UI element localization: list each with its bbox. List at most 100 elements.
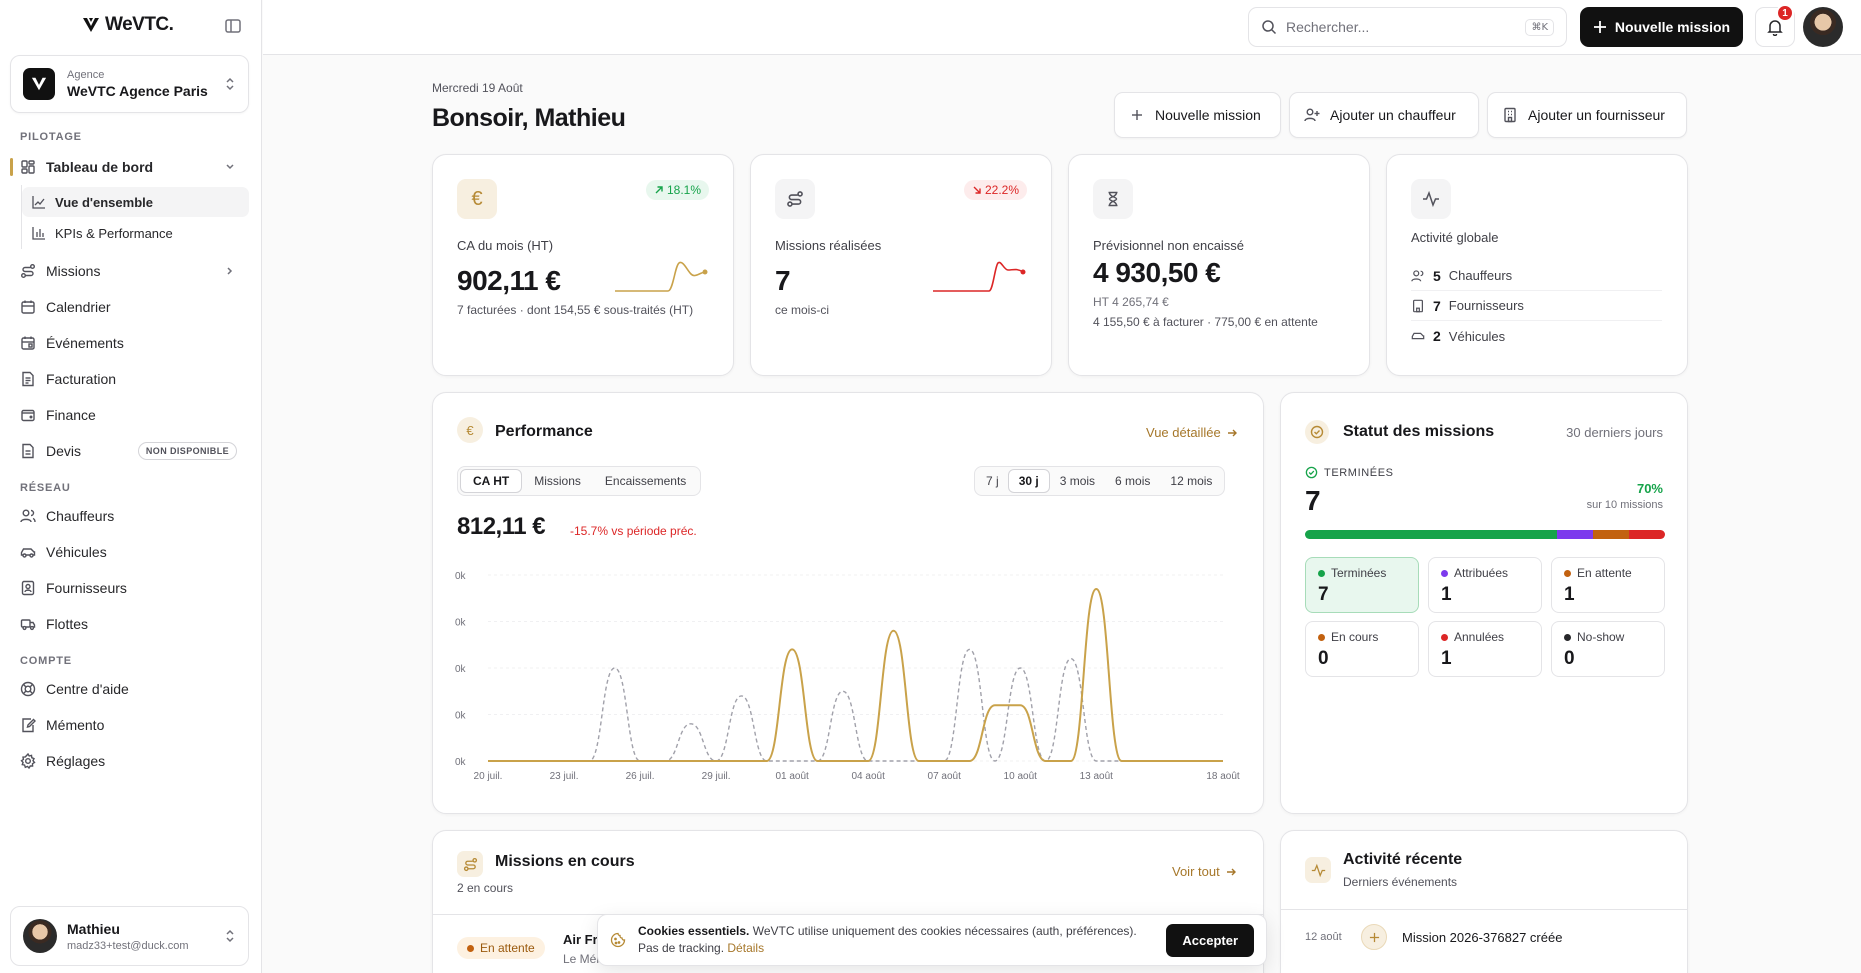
- performance-card: € Performance Vue détaillée CA HT Missio…: [432, 392, 1264, 814]
- status-box[interactable]: En cours 0: [1305, 621, 1419, 677]
- sidebar-item-label: Réglages: [46, 753, 106, 769]
- bar-chart-icon: [32, 227, 45, 240]
- cookie-banner: Cookies essentiels. WeVTC utilise unique…: [597, 914, 1267, 966]
- performance-value: 812,11 €: [457, 513, 546, 540]
- done-of-total: sur 10 missions: [1586, 499, 1663, 511]
- activity-row-suppliers[interactable]: 7 Fournisseurs: [1411, 291, 1662, 321]
- x-tick-label: 10 août: [1004, 771, 1038, 782]
- sidebar-item-missions[interactable]: Missions: [10, 255, 249, 287]
- agency-switcher[interactable]: Agence WeVTC Agence Paris: [10, 55, 249, 113]
- tab-6-months[interactable]: 6 mois: [1105, 469, 1160, 493]
- tab-encaissements[interactable]: Encaissements: [593, 469, 698, 493]
- activity-row-vehicles[interactable]: 2 Véhicules: [1411, 321, 1662, 351]
- trend-value: 22.2%: [984, 183, 1019, 197]
- tab-ca-ht[interactable]: CA HT: [460, 469, 523, 493]
- route-icon: [457, 851, 483, 877]
- link-label: Voir tout: [1172, 864, 1220, 879]
- notification-count-badge: 1: [1776, 4, 1794, 22]
- search-bar[interactable]: ⌘K: [1248, 7, 1567, 47]
- sidebar-item-quotes[interactable]: Devis NON DISPONIBLE: [10, 435, 249, 467]
- kpi-card-forecast[interactable]: Prévisionnel non encaissé 4 930,50 € HT …: [1068, 154, 1370, 376]
- recent-subtitle: Derniers événements: [1343, 875, 1458, 889]
- calendar-event-icon: [21, 336, 35, 350]
- user-email: madz33+test@duck.com: [67, 939, 189, 952]
- activity-count: 7: [1433, 297, 1441, 314]
- status-dot: [467, 944, 474, 952]
- see-all-link[interactable]: Voir tout: [1172, 864, 1237, 879]
- kpi-card-revenue[interactable]: € 18.1% CA du mois (HT) 902,11 € 7 factu…: [432, 154, 734, 376]
- status-box[interactable]: En attente 1: [1551, 557, 1665, 613]
- tab-7-days[interactable]: 7 j: [977, 469, 1008, 493]
- avatar[interactable]: [1803, 7, 1843, 47]
- sidebar-item-finance[interactable]: Finance: [10, 399, 249, 431]
- sidebar-subitem-overview[interactable]: Vue d'ensemble: [22, 187, 249, 217]
- car-icon: [1411, 332, 1425, 340]
- sidebar-subitem-kpis[interactable]: KPIs & Performance: [22, 218, 249, 248]
- tab-12-months[interactable]: 12 mois: [1160, 469, 1222, 493]
- trend-badge-up: 18.1%: [645, 180, 709, 200]
- sidebar-item-vehicles[interactable]: Véhicules: [10, 536, 249, 568]
- done-label: TERMINÉES: [1324, 466, 1394, 479]
- sidebar-item-label: Événements: [46, 335, 124, 351]
- status-box-count: 0: [1318, 648, 1329, 669]
- activity-icon: [1305, 857, 1331, 883]
- section-label-compte: COMPTE: [20, 655, 72, 667]
- status-box[interactable]: Annulées 1: [1428, 621, 1542, 677]
- accept-cookies-button[interactable]: Accepter: [1166, 923, 1254, 957]
- ongoing-count: 2 en cours: [457, 881, 514, 895]
- sidebar-item-events[interactable]: Événements: [10, 327, 249, 359]
- sidebar-item-help[interactable]: Centre d'aide: [10, 673, 249, 705]
- status-bar-segment: [1305, 530, 1557, 539]
- link-label: Vue détaillée: [1146, 425, 1221, 440]
- status-box[interactable]: No-show 0: [1551, 621, 1665, 677]
- status-bar-segment: [1557, 530, 1593, 539]
- sidebar-item-label: Facturation: [46, 371, 117, 387]
- add-supplier-button[interactable]: Ajouter un fournisseur: [1487, 92, 1687, 138]
- plus-icon: [1361, 924, 1387, 950]
- y-tick-label: 0k: [455, 757, 467, 768]
- agency-logo: [23, 68, 55, 100]
- status-box[interactable]: Terminées 7: [1305, 557, 1419, 613]
- sidebar: WeVTC. Agence WeVTC Agence Paris PILOTAG…: [0, 0, 262, 973]
- mission-title[interactable]: Air Fr: [563, 932, 598, 947]
- new-mission-button[interactable]: Nouvelle mission: [1580, 7, 1743, 47]
- sidebar-item-calendar[interactable]: Calendrier: [10, 291, 249, 323]
- sidebar-item-settings[interactable]: Réglages: [10, 745, 249, 777]
- kpi-value: 902,11 €: [457, 265, 561, 296]
- kpi-card-activity[interactable]: Activité globale 5 Chauffeurs 7 Fourniss…: [1386, 154, 1688, 376]
- previous-period-line: [488, 648, 1223, 762]
- tab-30-days[interactable]: 30 j: [1007, 469, 1050, 493]
- cookie-title: Cookies essentiels.: [638, 924, 750, 938]
- sidebar-item-suppliers[interactable]: Fournisseurs: [10, 572, 249, 604]
- route-icon: [21, 264, 35, 278]
- search-input[interactable]: [1286, 19, 1517, 35]
- tab-3-months[interactable]: 3 mois: [1050, 469, 1105, 493]
- quick-new-mission-button[interactable]: Nouvelle mission: [1114, 92, 1281, 138]
- euro-icon: €: [457, 179, 497, 219]
- cookie-details-link[interactable]: Détails: [727, 941, 764, 955]
- detailed-view-link[interactable]: Vue détaillée: [1146, 425, 1238, 440]
- kpi-subtext: ce mois-ci: [775, 303, 830, 317]
- status-box[interactable]: Attribuées 1: [1428, 557, 1542, 613]
- event-text[interactable]: Mission 2026-376827 créée: [1402, 930, 1562, 945]
- collapse-sidebar-icon[interactable]: [224, 17, 244, 37]
- sidebar-item-memento[interactable]: Mémento: [10, 709, 249, 741]
- sidebar-item-fleets[interactable]: Flottes: [10, 608, 249, 640]
- user-menu[interactable]: Mathieu madz33+test@duck.com: [10, 906, 249, 966]
- sidebar-item-billing[interactable]: Facturation: [10, 363, 249, 395]
- status-box-label: Terminées: [1318, 566, 1406, 580]
- line-chart-icon: [32, 196, 45, 209]
- brand-logo[interactable]: WeVTC.: [82, 14, 174, 36]
- sidebar-item-dashboard[interactable]: Tableau de bord: [10, 151, 249, 183]
- activity-row-drivers[interactable]: 5 Chauffeurs: [1411, 261, 1662, 291]
- page-title: Bonsoir, Mathieu: [432, 104, 626, 132]
- sidebar-item-drivers[interactable]: Chauffeurs: [10, 500, 249, 532]
- add-driver-button[interactable]: Ajouter un chauffeur: [1289, 92, 1479, 138]
- kpi-card-missions[interactable]: 22.2% Missions réalisées 7 ce mois-ci: [750, 154, 1052, 376]
- sidebar-item-label: Devis: [46, 443, 82, 459]
- tab-missions[interactable]: Missions: [522, 469, 593, 493]
- section-title: Statut des missions: [1343, 423, 1495, 440]
- activity-count: 2: [1433, 328, 1441, 344]
- sidebar-subitem-label: KPIs & Performance: [55, 225, 173, 241]
- quick-action-label: Nouvelle mission: [1155, 107, 1261, 123]
